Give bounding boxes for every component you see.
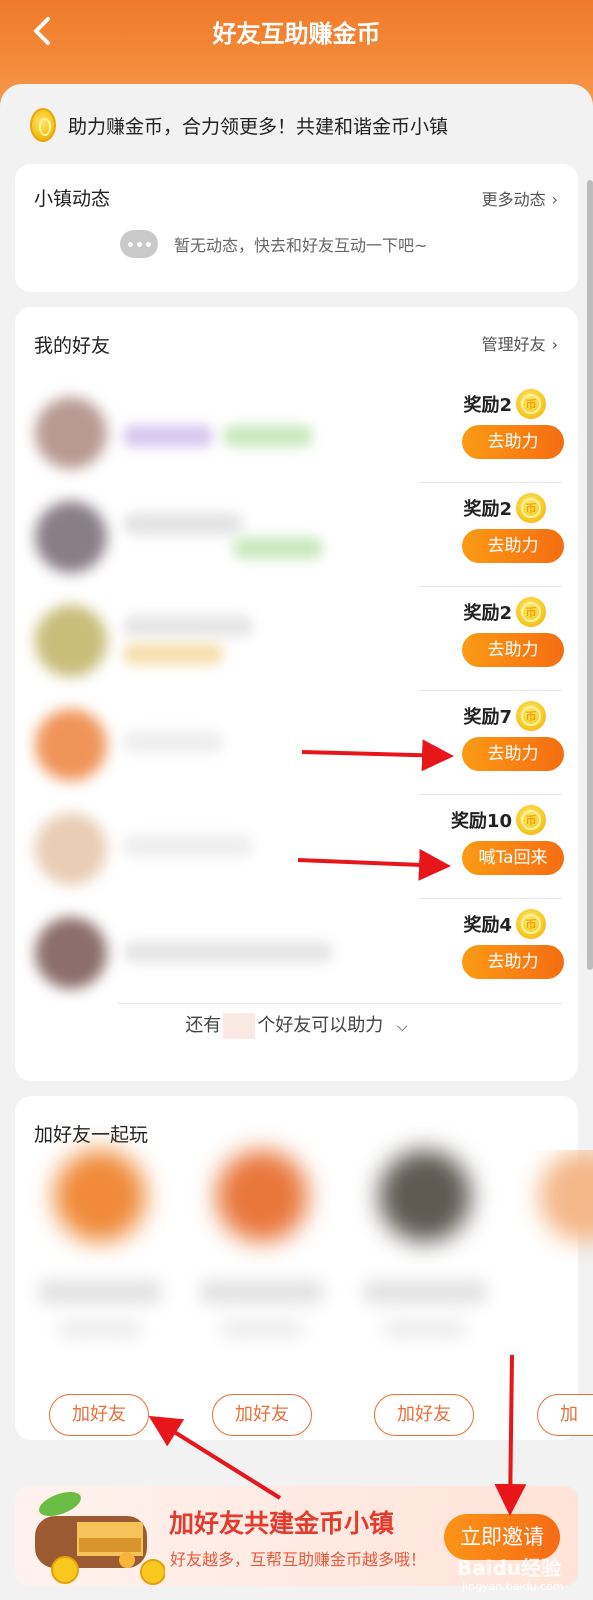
friend-name-blurred bbox=[123, 731, 223, 753]
avatar bbox=[35, 605, 107, 677]
reward-label: 奖励10 币 bbox=[451, 805, 546, 835]
call-back-button[interactable]: 喊Ta回来 bbox=[462, 841, 564, 875]
friend-row: 奖励7 币 去助力 bbox=[23, 691, 578, 795]
divider bbox=[117, 1003, 562, 1004]
add-friend-button[interactable]: 加好友 bbox=[49, 1394, 149, 1436]
manage-friends-link[interactable]: 管理好友 › bbox=[482, 331, 558, 355]
gold-coin-icon bbox=[30, 108, 56, 142]
empty-news: 暂无动态，快去和好友互动一下吧~ bbox=[120, 230, 427, 258]
add-friend-button[interactable]: 加好友 bbox=[212, 1394, 312, 1436]
reward-text: 奖励4 bbox=[463, 915, 512, 936]
reward-text: 奖励2 bbox=[463, 395, 512, 416]
friend-count-blurred bbox=[223, 1013, 256, 1039]
chevron-right-icon: › bbox=[551, 190, 558, 209]
help-button[interactable]: 去助力 bbox=[462, 529, 564, 563]
suggested-info-blurred bbox=[220, 1320, 304, 1338]
help-button[interactable]: 去助力 bbox=[462, 633, 564, 667]
more-news-link[interactable]: 更多动态 › bbox=[482, 186, 558, 210]
banner-subtitle: 好友越多，互帮互助赚金币越多哦！ bbox=[170, 1550, 427, 1569]
help-button[interactable]: 去助力 bbox=[462, 425, 564, 459]
friend-name-blurred bbox=[123, 513, 243, 535]
town-news-title: 小镇动态 bbox=[34, 188, 111, 210]
suggested-name-blurred bbox=[38, 1280, 162, 1304]
avatar bbox=[35, 397, 107, 469]
avatar bbox=[35, 813, 107, 885]
banner-title: 加好友共建金币小镇 bbox=[169, 1509, 395, 1538]
friend-name-blurred bbox=[123, 425, 213, 447]
my-friends-title: 我的好友 bbox=[34, 335, 111, 357]
my-friends-card: 我的好友 管理好友 › 奖励2 币 去助力 奖励2 币 去助力 奖励2 币 去助力 奖励… bbox=[15, 307, 578, 1081]
slogan: 助力赚金币，合力领更多！共建和谐金币小镇 bbox=[30, 104, 448, 146]
friend-row: 奖励10 币 喊Ta回来 bbox=[23, 795, 578, 899]
coin-icon: 币 bbox=[516, 389, 546, 419]
watermark-url: jingyan.baidu.com bbox=[462, 1580, 564, 1593]
friend-row: 奖励2 币 去助力 bbox=[23, 483, 578, 587]
add-friends-title: 加好友一起玩 bbox=[34, 1124, 149, 1146]
friend-row: 奖励2 币 去助力 bbox=[23, 587, 578, 691]
avatar bbox=[35, 709, 107, 781]
suggested-name-blurred bbox=[200, 1280, 324, 1304]
reward-label: 奖励2 币 bbox=[463, 597, 546, 627]
chat-bubble-icon bbox=[120, 230, 158, 258]
avatar bbox=[35, 501, 107, 573]
manage-friends-label: 管理好友 bbox=[481, 335, 546, 354]
reward-text: 奖励10 bbox=[450, 811, 512, 832]
scrollbar[interactable] bbox=[587, 180, 593, 970]
reward-text: 奖励2 bbox=[463, 603, 512, 624]
more-friends-toggle[interactable]: 还有 个好友可以助力 ⌵ bbox=[15, 1011, 578, 1039]
reward-label: 奖励7 币 bbox=[463, 701, 546, 731]
add-friend-button[interactable]: 加 bbox=[537, 1394, 593, 1436]
reward-text: 奖励7 bbox=[463, 707, 512, 728]
chevron-down-icon: ⌵ bbox=[397, 1019, 408, 1035]
page-title: 好友互助赚金币 bbox=[212, 20, 381, 48]
add-friend-button[interactable]: 加好友 bbox=[374, 1394, 474, 1436]
avatar bbox=[54, 1150, 146, 1242]
watermark: Baidu经验 bbox=[457, 1556, 562, 1580]
reward-label: 奖励2 币 bbox=[463, 493, 546, 523]
avatar bbox=[379, 1150, 471, 1242]
suggested-name-blurred bbox=[363, 1280, 487, 1304]
friend-name-blurred bbox=[123, 615, 253, 637]
avatar bbox=[216, 1150, 308, 1242]
avatar bbox=[539, 1150, 593, 1242]
more-friends-prefix: 还有 bbox=[185, 1015, 222, 1036]
friend-name-blurred bbox=[123, 835, 253, 857]
help-button[interactable]: 去助力 bbox=[462, 945, 564, 979]
town-news-card: 小镇动态 更多动态 › 暂无动态，快去和好友互动一下吧~ bbox=[15, 164, 578, 292]
suggested-info-blurred bbox=[58, 1320, 142, 1338]
coin-icon: 币 bbox=[516, 701, 546, 731]
coin-icon: 币 bbox=[516, 597, 546, 627]
reward-text: 奖励2 bbox=[463, 499, 512, 520]
friend-name-blurred bbox=[123, 941, 333, 963]
slogan-text: 助力赚金币，合力领更多！共建和谐金币小镇 bbox=[68, 115, 449, 138]
friend-row: 奖励4 币 去助力 bbox=[23, 899, 578, 1003]
suggested-info-blurred bbox=[383, 1320, 467, 1338]
help-button[interactable]: 去助力 bbox=[462, 737, 564, 771]
reward-label: 奖励4 币 bbox=[463, 909, 546, 939]
coin-icon: 币 bbox=[516, 909, 546, 939]
coin-house-illustration bbox=[35, 1491, 165, 1585]
empty-news-text: 暂无动态，快去和好友互动一下吧~ bbox=[174, 236, 428, 255]
friend-tag-blurred bbox=[123, 643, 223, 665]
friend-row: 奖励2 币 去助力 bbox=[23, 379, 578, 483]
coin-icon: 币 bbox=[516, 805, 546, 835]
coin-icon: 币 bbox=[516, 493, 546, 523]
friend-tag-blurred bbox=[233, 537, 323, 559]
friend-tag-blurred bbox=[223, 425, 313, 447]
more-news-label: 更多动态 bbox=[481, 190, 546, 209]
avatar bbox=[35, 917, 107, 989]
chevron-right-icon: › bbox=[551, 335, 558, 354]
more-friends-suffix: 个好友可以助力 bbox=[257, 1015, 384, 1036]
reward-label: 奖励2 币 bbox=[463, 389, 546, 419]
